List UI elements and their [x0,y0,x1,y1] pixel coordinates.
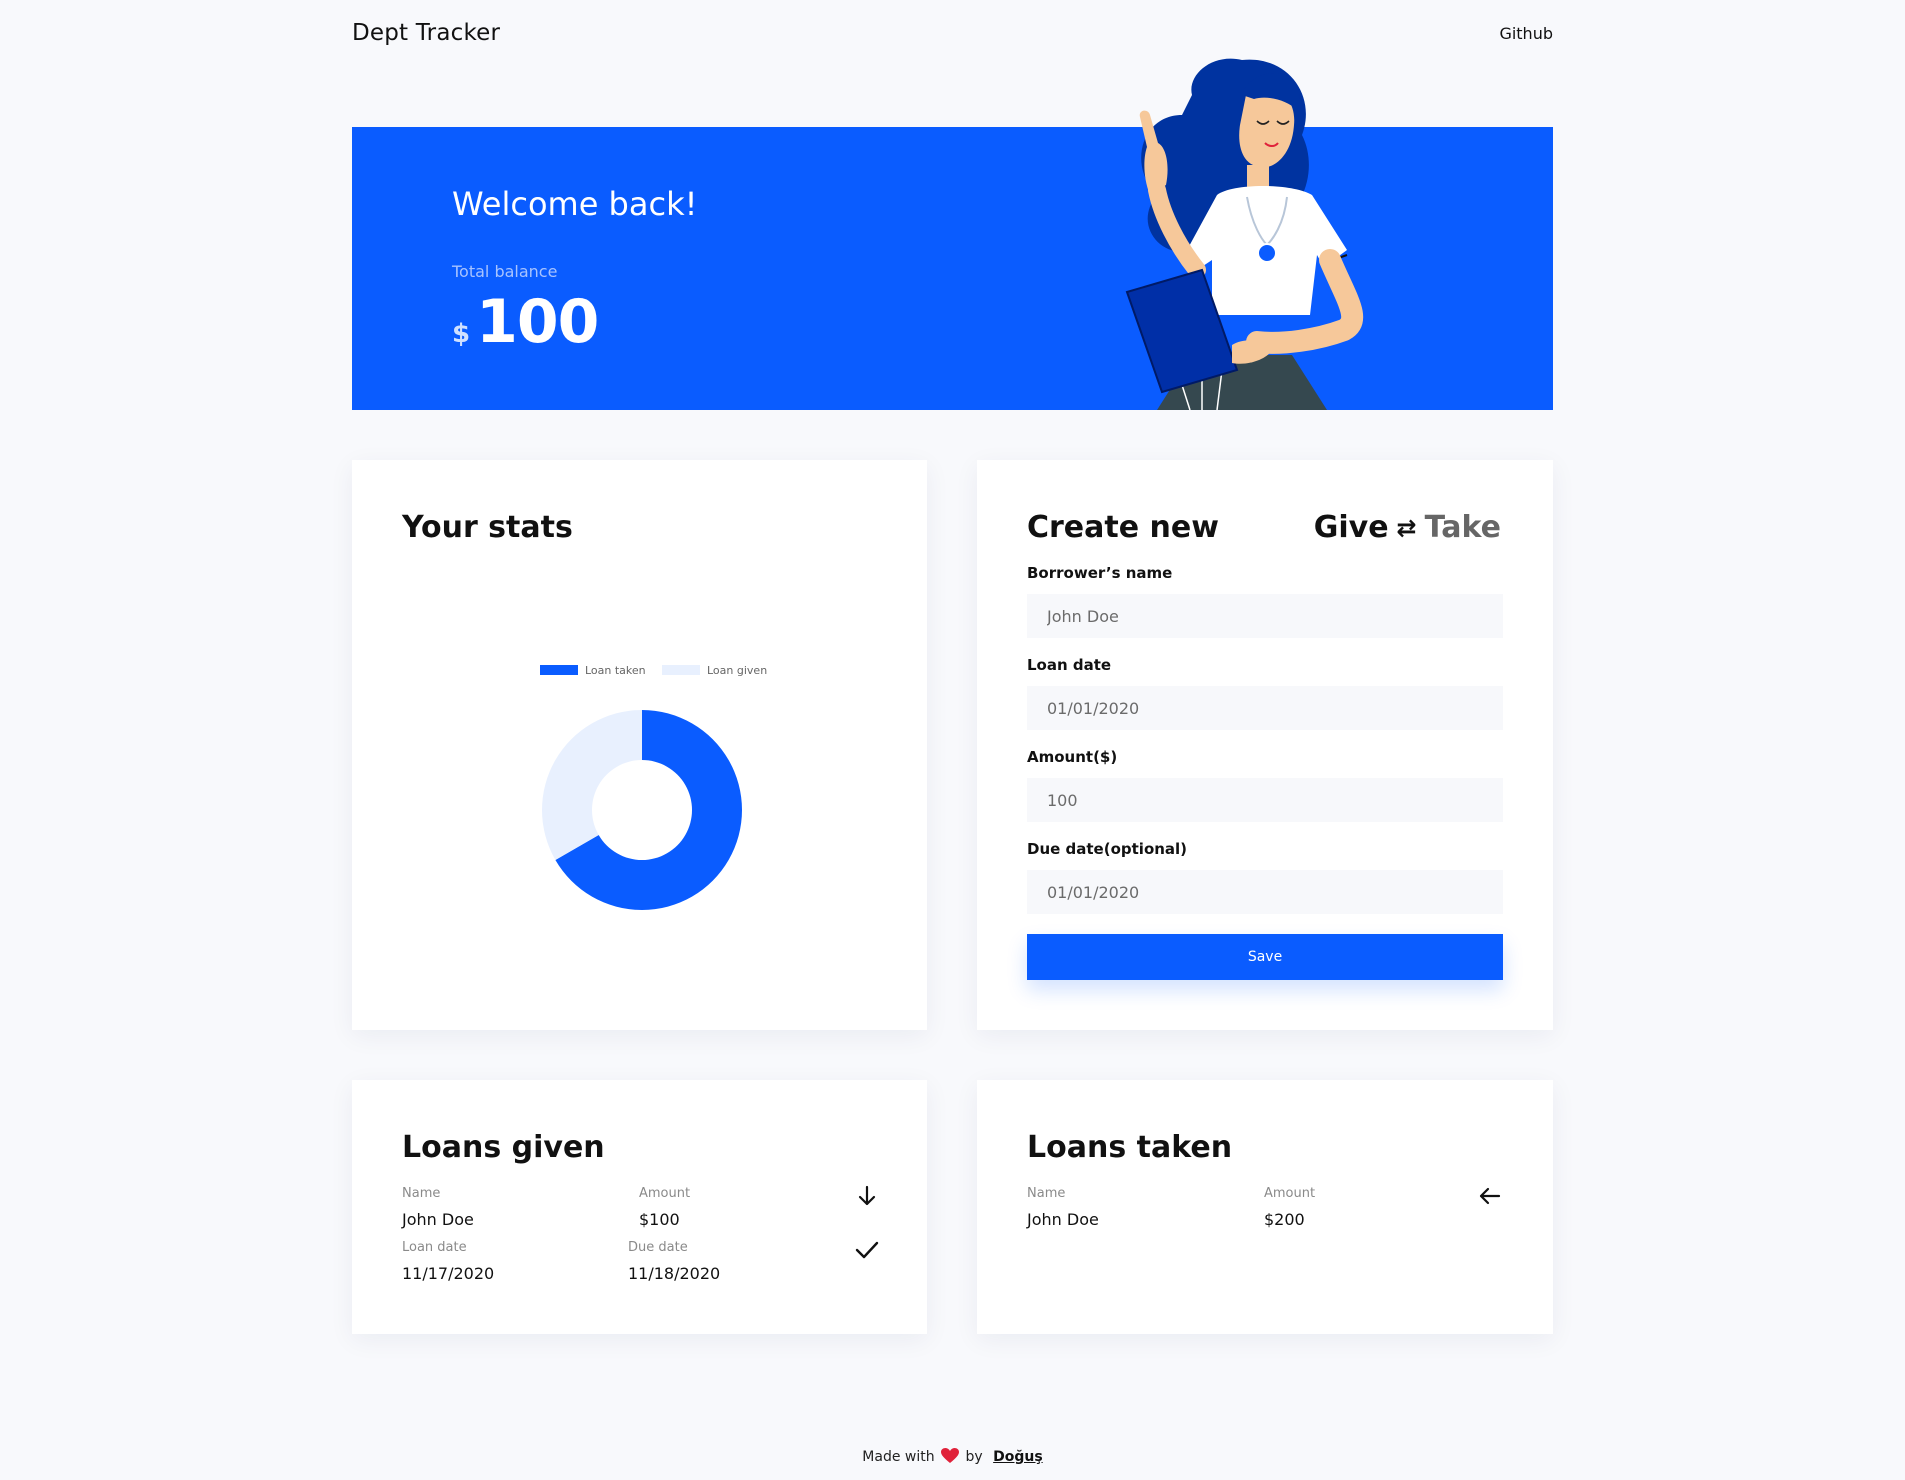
balance-value: 100 [476,287,599,357]
stats-card: Your stats Loan taken Loan given [352,460,927,1030]
create-title: Create new [1027,510,1219,545]
amount-label: Amount($) [1027,748,1118,766]
due-date-label: Due date(optional) [1027,840,1188,858]
arrow-left-icon[interactable] [1477,1183,1503,1209]
loan-given-loan-date: 11/17/2020 [402,1264,495,1283]
github-link[interactable]: Github [1499,24,1553,43]
balance-amount: $ 100 [452,287,599,357]
checkmark-icon[interactable] [854,1237,880,1263]
stats-title: Your stats [402,510,573,545]
amount-label: Amount [639,1186,691,1201]
loans-given-title: Loans given [402,1130,605,1165]
welcome-hero: Welcome back! Total balance $ 100 [352,58,1553,411]
legend-label-1[interactable]: Loan given [707,664,767,677]
loan-given-amount: $100 [639,1210,680,1229]
legend-label-0[interactable]: Loan taken [585,664,646,677]
swap-arrows-icon[interactable]: ⇄ [1397,514,1417,542]
footer-by: by [965,1449,983,1465]
give-take-toggle[interactable]: Give ⇄ Take [1314,510,1501,545]
app-brand[interactable]: Dept Tracker [352,20,500,46]
footer-made-with: Made with [862,1449,935,1465]
loans-doughnut-chart: Loan taken Loan given [540,664,767,910]
loan-given-due-date: 11/18/2020 [628,1264,721,1283]
loans-given-card: Loans given Name Amount John Doe $100 Lo… [352,1080,927,1334]
welcome-title: Welcome back! [452,185,698,223]
amount-input[interactable] [1027,778,1503,822]
woman-with-clipboard-illustration [1125,58,1364,411]
save-button[interactable]: Save [1027,934,1503,980]
loan-date-label: Loan date [1027,656,1112,674]
loans-taken-card: Loans taken Name Amount John Doe $200 [977,1080,1553,1334]
loan-date-label: Loan date [402,1240,467,1255]
loan-taken-name: John Doe [1027,1210,1099,1229]
author-link[interactable]: Doğuş [993,1449,1043,1465]
balance-label: Total balance [452,262,558,281]
toggle-take[interactable]: Take [1425,510,1501,545]
borrower-name-label: Borrower’s name [1027,564,1173,582]
due-date-label: Due date [628,1240,688,1255]
toggle-give[interactable]: Give [1314,510,1389,545]
legend-swatch-1[interactable] [662,665,700,675]
arrow-down-icon[interactable] [854,1183,880,1209]
chart-slice-loan-given[interactable] [542,710,642,860]
amount-label: Amount [1264,1186,1316,1201]
loan-taken-amount: $200 [1264,1210,1305,1229]
top-navbar: Dept Tracker Github [352,18,1553,54]
loans-taken-title: Loans taken [1027,1130,1233,1165]
heart-icon [941,1448,960,1468]
legend-swatch-0[interactable] [540,665,578,675]
name-label: Name [402,1186,441,1201]
loan-date-input[interactable] [1027,686,1503,730]
balance-currency: $ [452,319,471,349]
page-footer: Made with by Doğuş [0,1448,1905,1468]
loan-given-name: John Doe [402,1210,474,1229]
due-date-input[interactable] [1027,870,1503,914]
borrower-name-input[interactable] [1027,594,1503,638]
create-loan-card: Create new Give ⇄ Take Borrower’s name L… [977,460,1553,1030]
name-label: Name [1027,1186,1066,1201]
